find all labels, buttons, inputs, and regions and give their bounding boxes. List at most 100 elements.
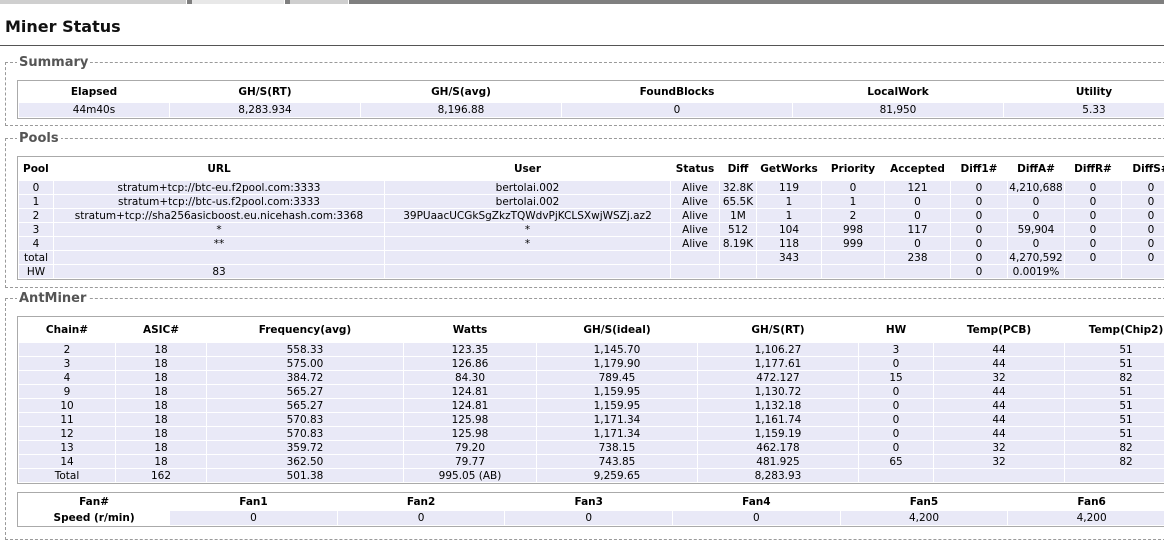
pools-row: total 343 238 0 4,270,592 0 0: [19, 251, 1164, 264]
fan-cell: 0: [337, 511, 505, 525]
pools-cell: 8.19K: [720, 237, 756, 250]
pools-cell: 3: [19, 223, 53, 236]
antminer-cell: 125.98: [404, 427, 536, 440]
pools-cell: 998: [822, 223, 884, 236]
antminer-cell: 1,171.34: [537, 427, 697, 440]
pools-cell: 83: [54, 265, 384, 278]
pools-cell: 65.5K: [720, 195, 756, 208]
tab-1[interactable]: [0, 0, 187, 4]
antminer-cell: 51: [1065, 357, 1164, 370]
pools-cell: 1: [757, 209, 821, 222]
antminer-cell: 3: [19, 357, 115, 370]
pools-header: Diff: [720, 158, 756, 180]
pools-row: 0 stratum+tcp://btc-eu.f2pool.com:3333 ber…: [19, 181, 1164, 194]
antminer-cell: 84.30: [404, 371, 536, 384]
pools-cell: 0: [1122, 195, 1164, 208]
antminer-cell: 82: [1065, 441, 1164, 454]
pools-cell: 0: [1065, 209, 1121, 222]
antminer-cell: 44: [934, 399, 1064, 412]
antminer-cell: 743.85: [537, 455, 697, 468]
pools-cell: 343: [757, 251, 821, 264]
antminer-header: Temp(PCB): [934, 318, 1064, 342]
fan-header: Fan#: [19, 494, 170, 510]
antminer-cell: 32: [934, 455, 1064, 468]
pools-cell: Alive: [671, 181, 719, 194]
antminer-cell: 10: [19, 399, 115, 412]
pools-cell: [671, 265, 719, 278]
antminer-cell: 51: [1065, 385, 1164, 398]
antminer-cell: 0: [859, 413, 933, 426]
pools-cell: 0: [1122, 251, 1164, 264]
antminer-cell: 18: [116, 413, 206, 426]
pools-cell: 2: [822, 209, 884, 222]
pools-cell: 0: [1008, 195, 1064, 208]
antminer-header: GH/S(RT): [698, 318, 858, 342]
fan-header: Fan2: [337, 494, 505, 510]
pools-cell: [720, 251, 756, 264]
antminer-header: Frequency(avg): [207, 318, 403, 342]
pools-header: Status: [671, 158, 719, 180]
antminer-cell: 481.925: [698, 455, 858, 468]
pools-cell: 0: [1065, 251, 1121, 264]
antminer-header: HW: [859, 318, 933, 342]
pools-cell: HW: [19, 265, 53, 278]
tab-2[interactable]: [192, 0, 285, 4]
pools-cell: 0: [1065, 181, 1121, 194]
pools-header: Priority: [822, 158, 884, 180]
pools-cell: 238: [885, 251, 950, 264]
antminer-header: GH/S(ideal): [537, 318, 697, 342]
antminer-cell: 1,159.19: [698, 427, 858, 440]
summary-header: FoundBlocks: [562, 82, 792, 102]
fan-cell: Speed (r/min): [19, 511, 170, 525]
antminer-cell: 44: [934, 413, 1064, 426]
antminer-cell: 32: [934, 441, 1064, 454]
antminer-cell: 11: [19, 413, 115, 426]
pools-row: 2 stratum+tcp://sha256asicboost.eu.niceha…: [19, 209, 1164, 222]
pools-cell: [1122, 265, 1164, 278]
pools-cell: total: [19, 251, 53, 264]
summary-header: Elapsed: [19, 82, 169, 102]
summary-cell: 8,283.934: [170, 103, 360, 117]
antminer-cell: 9: [19, 385, 115, 398]
pools-header: Accepted: [885, 158, 950, 180]
pools-cell: 0.0019%: [1008, 265, 1064, 278]
tab-3[interactable]: [290, 0, 349, 4]
pools-cell: 0: [1008, 209, 1064, 222]
pools-cell: 0: [1122, 237, 1164, 250]
antminer-cell: 1,171.34: [537, 413, 697, 426]
fan-cell: 0: [170, 511, 337, 525]
pools-cell: 0: [1008, 237, 1064, 250]
summary-header: GH/S(RT): [170, 82, 360, 102]
antminer-cell: 79.77: [404, 455, 536, 468]
pools-cell: Alive: [671, 209, 719, 222]
page-title: Miner Status: [5, 17, 121, 36]
antminer-cell: 0: [859, 427, 933, 440]
antminer-legend: AntMiner: [17, 291, 89, 306]
fan-header: Fan3: [505, 494, 673, 510]
pools-row: 1 stratum+tcp://btc-us.f2pool.com:3333 ber…: [19, 195, 1164, 208]
pools-row: 3 * * Alive 512 104 998 117 0 59,904 0 0: [19, 223, 1164, 236]
antminer-cell: 1,161.74: [698, 413, 858, 426]
antminer-cell: 359.72: [207, 441, 403, 454]
antminer-cell: 82: [1065, 455, 1164, 468]
pools-cell: 4: [19, 237, 53, 250]
antminer-cell: 575.00: [207, 357, 403, 370]
antminer-cell: [1065, 469, 1164, 482]
antminer-cell: 13: [19, 441, 115, 454]
pools-cell: [385, 251, 670, 264]
pools-cell: 1: [822, 195, 884, 208]
pools-cell: 0: [951, 223, 1007, 236]
pools-cell: 0: [951, 209, 1007, 222]
antminer-cell: 123.35: [404, 343, 536, 356]
antminer-cell: 51: [1065, 413, 1164, 426]
pools-cell: 4,270,592: [1008, 251, 1064, 264]
antminer-cell: 738.15: [537, 441, 697, 454]
antminer-row: 3 18 575.00 126.86 1,179.90 1,177.61 0 44 51: [19, 357, 1164, 370]
antminer-cell: 1,159.95: [537, 385, 697, 398]
pools-cell: [822, 265, 884, 278]
antminer-cell: 384.72: [207, 371, 403, 384]
pools-cell: 59,904: [1008, 223, 1064, 236]
antminer-cell: 472.127: [698, 371, 858, 384]
pools-cell: 119: [757, 181, 821, 194]
pools-cell: stratum+tcp://sha256asicboost.eu.nicehas…: [54, 209, 384, 222]
